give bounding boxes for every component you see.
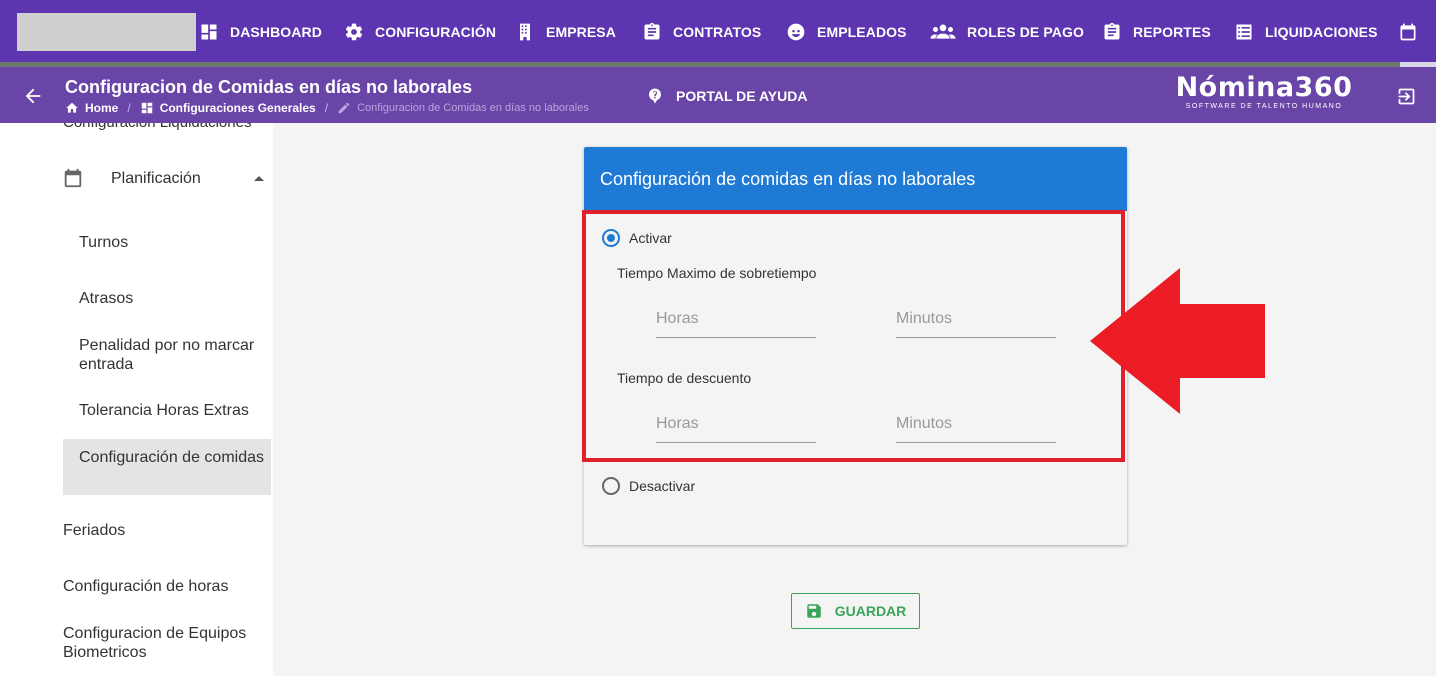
- sidebar-item-turnos[interactable]: Turnos: [63, 233, 271, 252]
- save-icon: [806, 604, 821, 618]
- breadcrumb: Home / Configuraciones Generales / Confi…: [65, 101, 589, 115]
- top-navbar: DASHBOARD CONFIGURACIÓN EMPRESA CONTRATO…: [0, 0, 1436, 67]
- sidebar: Configuración Liquidaciones Planificació…: [0, 123, 273, 676]
- people-icon: [930, 24, 956, 39]
- highlight-box: [582, 210, 1125, 462]
- brand-tagline: SOFTWARE DE TALENTO HUMANO: [1185, 103, 1343, 110]
- building-icon: [520, 23, 530, 41]
- nav-empresa[interactable]: EMPRESA: [515, 20, 616, 44]
- breadcrumb-current: Configuracion de Comidas en días no labo…: [357, 102, 589, 114]
- logout-icon[interactable]: [1396, 86, 1417, 107]
- home-icon: [66, 102, 78, 113]
- gear-icon: [345, 23, 363, 41]
- brand-logo: Nómina360 SOFTWARE DE TALENTO HUMANO: [1174, 73, 1354, 111]
- sidebar-group-planificacion[interactable]: Planificación: [0, 160, 273, 196]
- nav-calendar[interactable]: [1398, 20, 1429, 44]
- nav-empleados[interactable]: EMPLEADOS: [786, 20, 907, 44]
- breadcrumb-configuraciones[interactable]: Configuraciones Generales: [160, 101, 316, 115]
- page-title: Configuracion de Comidas en días no labo…: [65, 77, 473, 97]
- brand-name: Nómina360: [1175, 72, 1353, 103]
- sidebar-item-configuracion-comidas[interactable]: Configuración de comidas: [63, 439, 271, 495]
- calendar-icon: [64, 168, 82, 188]
- sidebar-item-atrasos[interactable]: Atrasos: [63, 289, 271, 308]
- breadcrumb-separator: /: [324, 101, 329, 115]
- company-logo[interactable]: [17, 13, 196, 51]
- nav-liquidaciones[interactable]: LIQUIDACIONES: [1234, 20, 1378, 44]
- sidebar-item-penalidad[interactable]: Penalidad por no marcar entrada: [63, 336, 271, 374]
- sidebar-item-feriados[interactable]: Feriados: [63, 521, 271, 540]
- list-icon: [1236, 24, 1252, 40]
- back-arrow-icon[interactable]: [22, 85, 44, 107]
- sidebar-group-label: Planificación: [111, 170, 201, 187]
- nav-configuracion[interactable]: CONFIGURACIÓN: [344, 20, 496, 44]
- sidebar-item-tolerancia[interactable]: Tolerancia Horas Extras: [63, 401, 271, 420]
- help-icon: [649, 88, 662, 104]
- nav-reportes[interactable]: REPORTES: [1102, 20, 1211, 44]
- nav-dashboard[interactable]: DASHBOARD: [199, 20, 322, 44]
- clipboard-icon: [644, 22, 660, 40]
- sidebar-item-equipos-biometricos[interactable]: Configuracion de Equipos Biometricos: [63, 624, 271, 662]
- red-arrow-annotation: [1090, 268, 1265, 414]
- nav-roles-de-pago[interactable]: ROLES DE PAGO: [930, 20, 1084, 44]
- radio-desactivar[interactable]: Desactivar: [602, 477, 695, 495]
- sidebar-item-configuracion-horas[interactable]: Configuración de horas: [63, 577, 271, 596]
- chevron-up-icon: [254, 176, 264, 181]
- breadcrumb-home[interactable]: Home: [85, 101, 118, 115]
- nav-contratos[interactable]: CONTRATOS: [642, 20, 761, 44]
- radio-unselected-icon: [602, 477, 620, 495]
- breadcrumb-separator: /: [127, 101, 131, 115]
- pencil-icon: [338, 102, 350, 114]
- calendar-icon: [1400, 23, 1416, 41]
- clipboard-icon: [1104, 22, 1120, 40]
- save-button[interactable]: GUARDAR: [791, 593, 920, 629]
- sidebar-item-configuracion-liquidaciones[interactable]: Configuración Liquidaciones: [63, 123, 251, 131]
- dashboard-icon: [141, 102, 152, 114]
- help-portal-link[interactable]: PORTAL DE AYUDA: [646, 87, 807, 105]
- page-header: Configuracion de Comidas en días no labo…: [0, 67, 1436, 123]
- card-title: Configuración de comidas en días no labo…: [584, 147, 1127, 211]
- dashboard-icon: [201, 24, 217, 40]
- face-icon: [787, 23, 805, 41]
